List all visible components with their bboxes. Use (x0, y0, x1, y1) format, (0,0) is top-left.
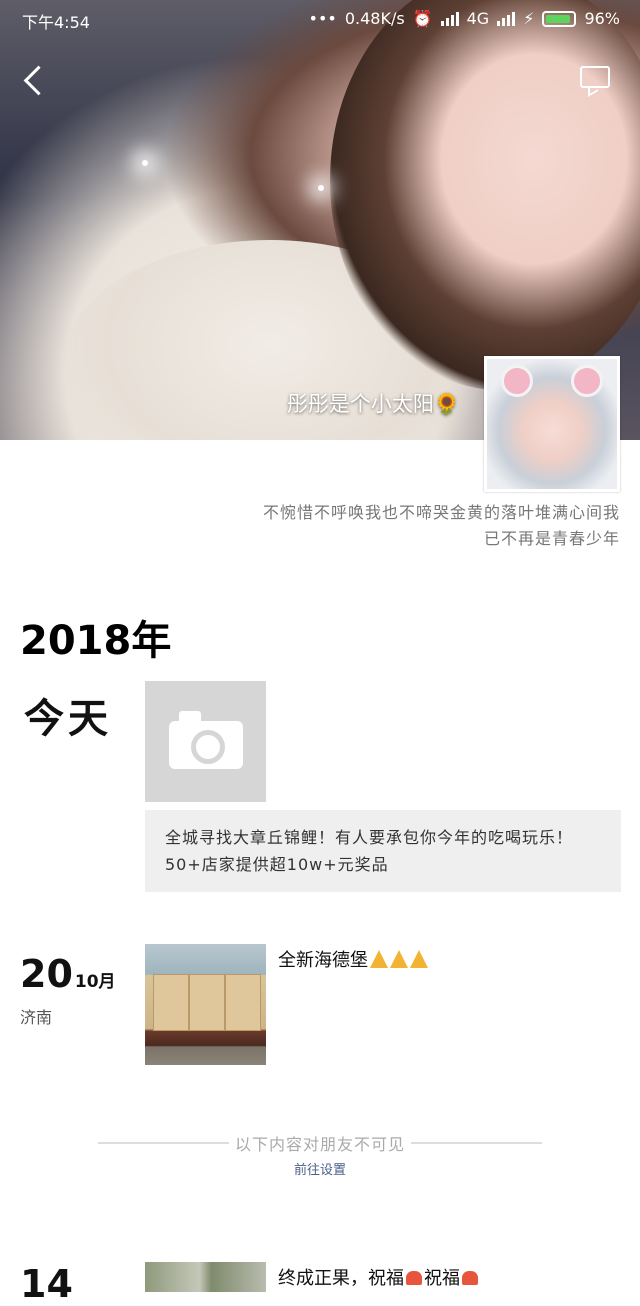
profile-signature: 不惋惜不呼唤我也不啼哭金黄的落叶堆满心间我 已不再是青春少年 (263, 500, 620, 552)
post-day: 20 (20, 952, 73, 996)
thumbnail-crate (225, 974, 261, 1031)
hidden-note-text: 以下内容对朋友不可见 (228, 1135, 411, 1154)
profile-nickname: 彤彤是个小太阳🌻 (286, 392, 460, 416)
post-month: 10月 (74, 972, 116, 992)
status-bar: 下午4:54 ••• 0.48K/s ⏰ 4G ⚡ 96% (0, 0, 640, 38)
power-saver-icon: ⚡ (523, 9, 535, 28)
party-popper-icon (390, 950, 408, 968)
status-time: 下午4:54 (22, 13, 90, 32)
goto-settings-link[interactable]: 前往设置 (0, 1159, 640, 1178)
status-right: ••• 0.48K/s ⏰ 4G ⚡ 96% (309, 9, 620, 28)
post-text-body: 全新海德堡 (278, 950, 368, 971)
post-text-2-body-b: 祝福 (424, 1268, 460, 1289)
post-text-2-body: 终成正果，祝福 (278, 1268, 404, 1289)
light-sparkle (318, 185, 324, 191)
party-popper-icon (410, 950, 428, 968)
year-heading: 2018年 (20, 618, 172, 664)
avatar[interactable] (484, 356, 620, 492)
post-thumbnail-2[interactable] (145, 1262, 266, 1292)
party-popper-icon (370, 950, 388, 968)
post-text-2[interactable]: 终成正果，祝福 祝福 (278, 1264, 480, 1290)
post-date-2: 14 (20, 1262, 73, 1306)
network-speed: 0.48K/s (344, 9, 405, 28)
light-sparkle (142, 160, 148, 166)
signature-line-2: 已不再是青春少年 (483, 529, 620, 548)
signature-line-1: 不惋惜不呼唤我也不啼哭金黄的落叶堆满心间我 (262, 503, 620, 522)
avatar-ear-right (571, 365, 603, 397)
battery-percent: 96% (584, 9, 620, 28)
message-icon[interactable] (580, 66, 610, 88)
signal-icon (440, 11, 459, 26)
camera-icon (169, 711, 243, 769)
thumbnail-crate (153, 974, 189, 1031)
hidden-note: 以下内容对朋友不可见 (0, 1131, 640, 1155)
thumbnail-crate (189, 974, 225, 1031)
battery-icon (542, 10, 577, 27)
network-type: 4G (466, 9, 490, 28)
alarm-icon: ⏰ (412, 9, 433, 28)
heart-icon (462, 1271, 478, 1285)
post-date: 20 10月 (20, 952, 116, 996)
more-dots-icon: ••• (308, 9, 337, 28)
avatar-ear-left (501, 365, 533, 397)
today-label: 今天 (24, 696, 112, 742)
avatar-image (487, 359, 617, 489)
post-text[interactable]: 全新海德堡 (278, 946, 428, 972)
post-thumbnail[interactable] (145, 944, 266, 1065)
signal-icon-2 (497, 11, 516, 26)
post-location: 济南 (20, 1008, 53, 1027)
heart-icon (406, 1271, 422, 1285)
promo-card[interactable]: 全城寻找大章丘锦鲤！有人要承包你今年的吃喝玩乐！50+店家提供超10w+元奖品 (145, 810, 621, 892)
post-photo-button[interactable] (145, 681, 266, 802)
